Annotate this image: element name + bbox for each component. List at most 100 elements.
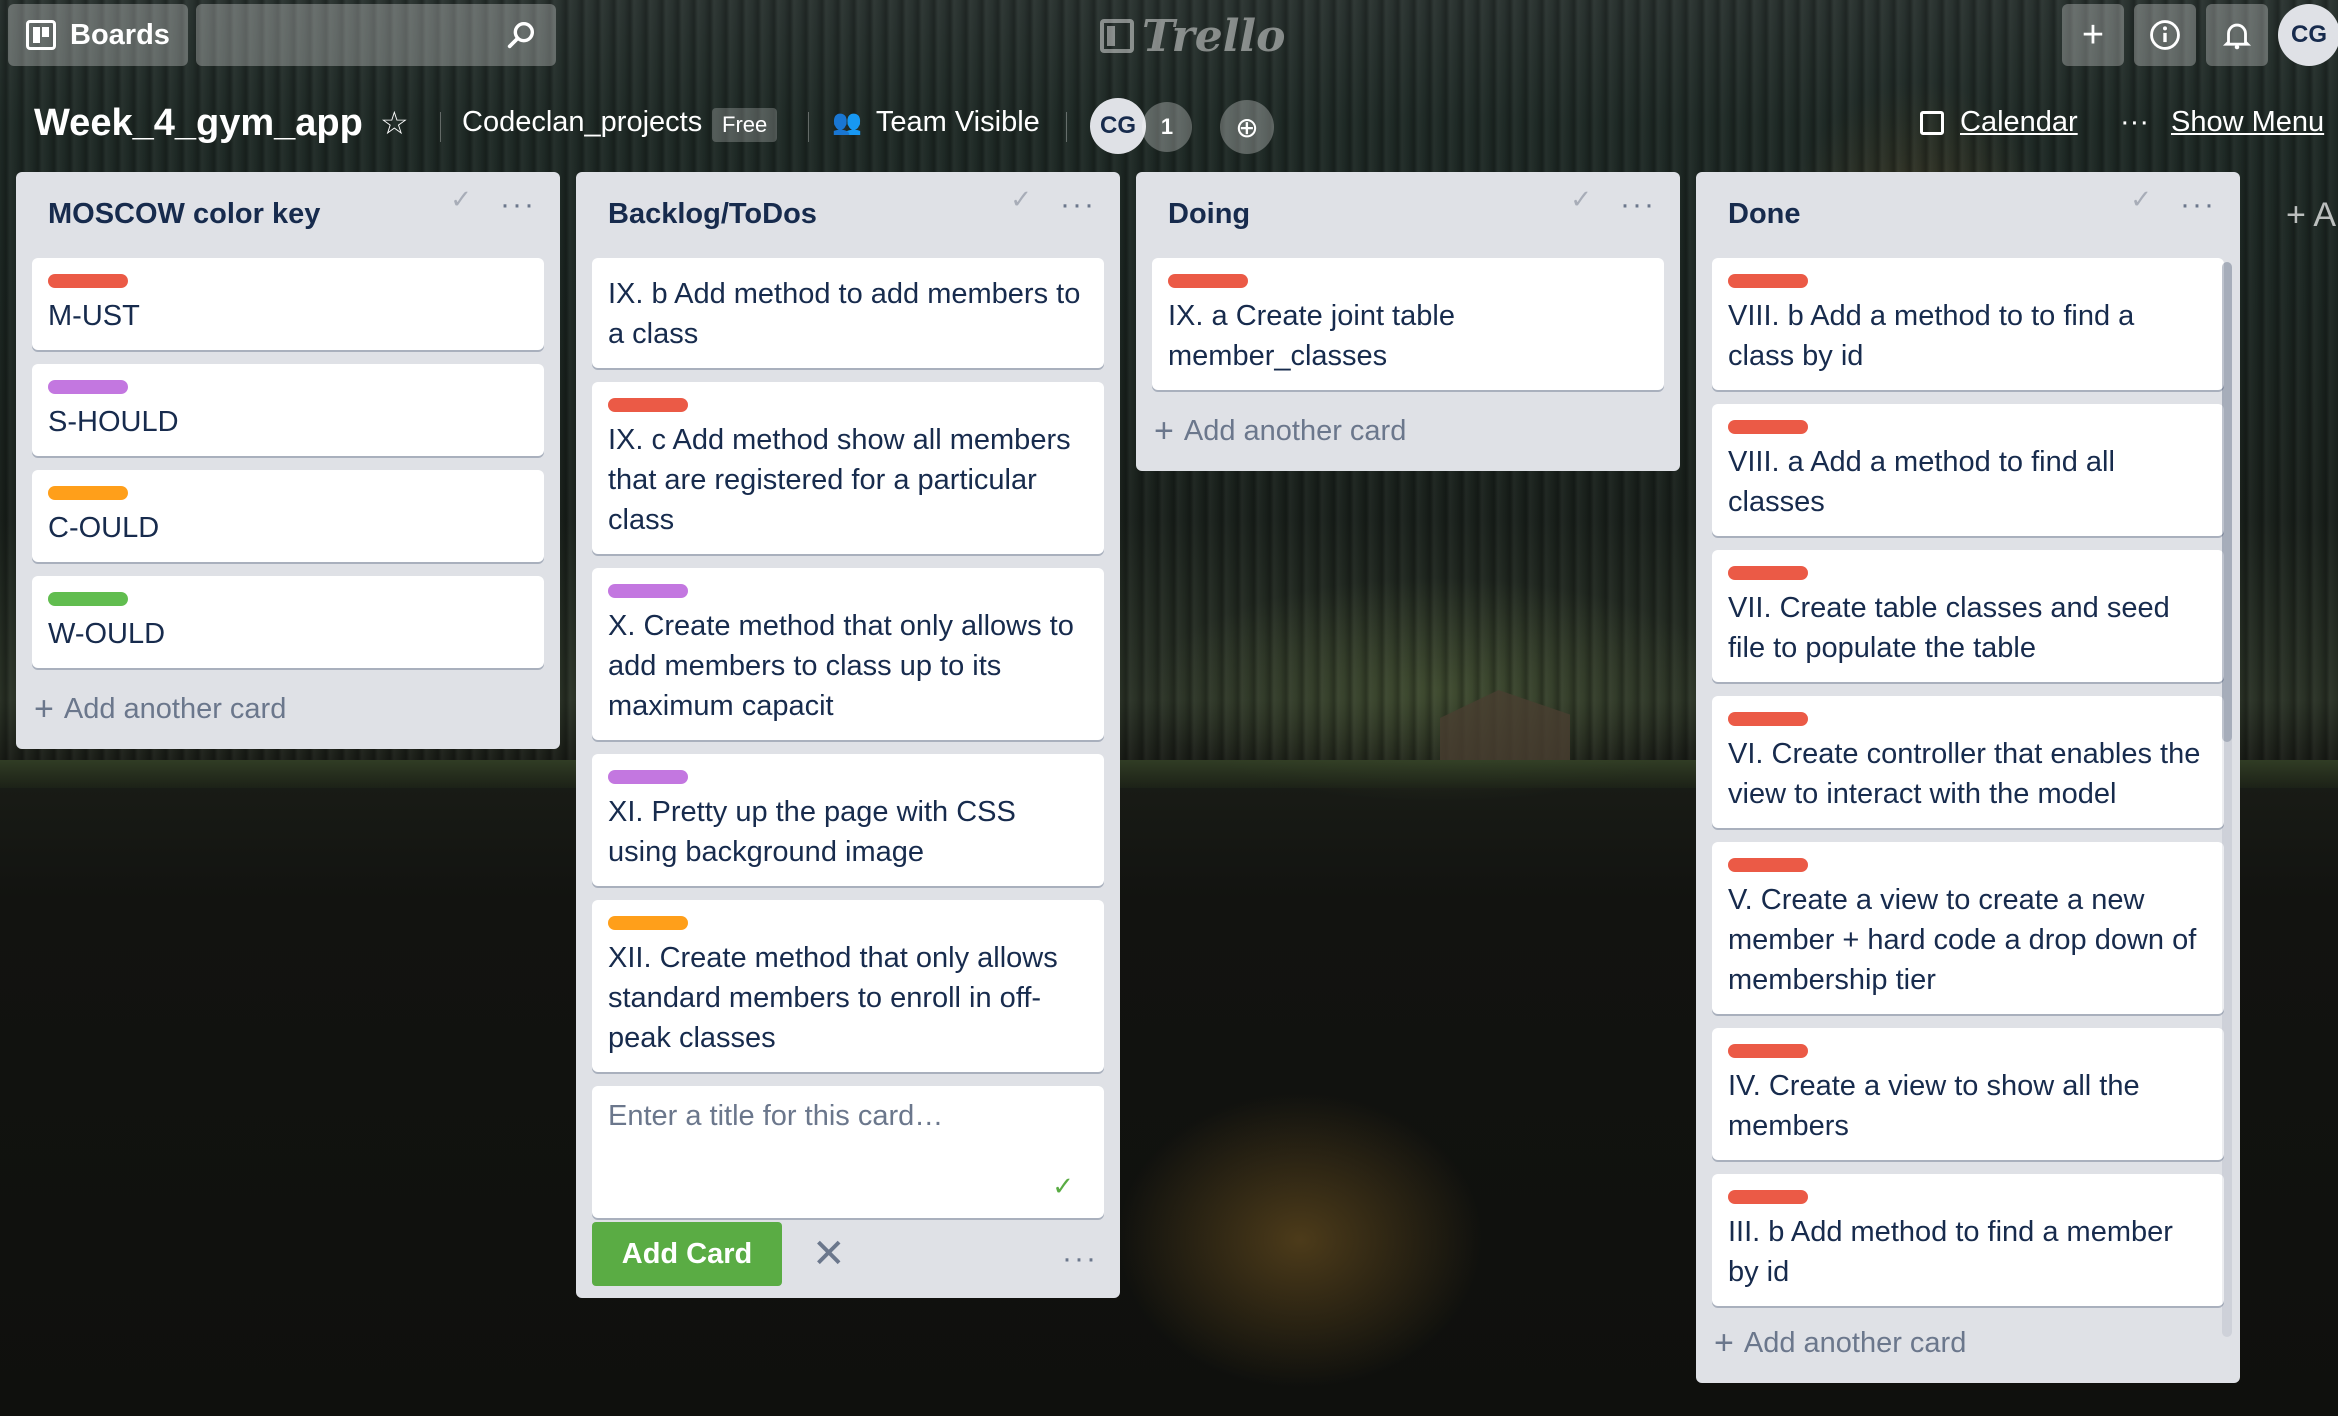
list-card[interactable]: S-HOULD — [32, 364, 544, 456]
list-title[interactable]: MOSCOW color key — [48, 198, 320, 231]
list-card[interactable]: IX. c Add method show all members that a… — [592, 382, 1104, 554]
list-header: Done ✓ ··· — [1696, 172, 2240, 258]
card-title: C-OULD — [48, 512, 160, 544]
card-title: IV. Create a view to show all the member… — [1728, 1070, 2140, 1142]
add-card-label: Add another card — [1183, 415, 1407, 447]
plus-icon: + — [34, 690, 54, 728]
member-count[interactable]: 1 — [1142, 102, 1192, 152]
card-label-red[interactable] — [1168, 274, 1248, 288]
list-card[interactable]: VI. Create controller that enables the v… — [1712, 696, 2224, 828]
list-menu-icon[interactable]: ··· — [1620, 188, 1656, 222]
card-label-red[interactable] — [1728, 1190, 1808, 1204]
list-title[interactable]: Doing — [1168, 198, 1250, 231]
show-menu-button[interactable]: ··· Show Menu — [2120, 106, 2324, 139]
card-label-purple[interactable] — [48, 380, 128, 394]
list-card[interactable]: M-UST — [32, 258, 544, 350]
card-title: VIII. b Add a method to to find a class … — [1728, 300, 2135, 372]
card-label-red[interactable] — [1728, 566, 1808, 580]
list-card[interactable]: XII. Create method that only allows stan… — [592, 900, 1104, 1072]
list-card[interactable]: IX. a Create joint table member_classes — [1152, 258, 1664, 390]
list-moscow: MOSCOW color key ✓ ··· M-UST S-HOULD C-O… — [16, 172, 560, 749]
notifications-button[interactable] — [2206, 4, 2268, 66]
list-header: MOSCOW color key ✓ ··· — [16, 172, 560, 258]
more-icon: ··· — [2120, 106, 2149, 138]
plus-icon: + — [2081, 13, 2105, 56]
card-label-green[interactable] — [48, 592, 128, 606]
spellcheck-icon: ✓ — [1010, 184, 1032, 214]
trello-logo-icon — [1100, 19, 1134, 53]
list-card[interactable]: IX. b Add method to add members to a cla… — [592, 258, 1104, 368]
show-menu-label: Show Menu — [2170, 106, 2325, 138]
add-card-button[interactable]: + Add another card — [1696, 1316, 2240, 1383]
plus-icon: + — [1714, 1324, 1734, 1362]
calendar-label: Calendar — [1960, 106, 2078, 138]
list-scrollbar[interactable] — [2222, 262, 2232, 1337]
add-card-submit-button[interactable]: Add Card — [592, 1222, 782, 1286]
top-bar: Boards Trello + CG — [0, 0, 2338, 72]
info-button[interactable] — [2134, 4, 2196, 66]
list-card[interactable]: V. Create a view to create a new member … — [1712, 842, 2224, 1014]
list-menu-icon[interactable]: ··· — [2180, 188, 2216, 222]
scrollbar-thumb[interactable] — [2222, 262, 2232, 742]
card-label-purple[interactable] — [608, 770, 688, 784]
header-divider — [440, 112, 441, 142]
list-card[interactable]: XI. Pretty up the page with CSS using ba… — [592, 754, 1104, 886]
list-card[interactable]: III. b Add method to find a member by id — [1712, 1174, 2224, 1306]
card-title: IX. a Create joint table member_classes — [1168, 300, 1455, 372]
plus-icon: + — [1154, 412, 1174, 450]
card-label-orange[interactable] — [48, 486, 128, 500]
team-name[interactable]: Codeclan_projects — [462, 106, 702, 139]
card-title: V. Create a view to create a new member … — [1728, 884, 2197, 996]
list-menu-icon[interactable]: ··· — [500, 188, 536, 222]
list-backlog: Backlog/ToDos ✓ ··· IX. b Add method to … — [576, 172, 1120, 1298]
card-composer-input[interactable]: Enter a title for this card… ✓ — [592, 1086, 1104, 1218]
add-card-label: Add another card — [63, 693, 287, 725]
card-title: X. Create method that only allows to add… — [608, 610, 1074, 722]
card-label-red[interactable] — [1728, 1044, 1808, 1058]
member-avatar[interactable]: CG — [1090, 98, 1146, 154]
user-avatar[interactable]: CG — [2278, 4, 2338, 66]
list-title[interactable]: Done — [1728, 198, 1801, 231]
card-label-red[interactable] — [1728, 712, 1808, 726]
add-card-label: Add another card — [1743, 1327, 1967, 1359]
list-card[interactable]: VII. Create table classes and seed file … — [1712, 550, 2224, 682]
list-card[interactable]: IV. Create a view to show all the member… — [1712, 1028, 2224, 1160]
list-header: Doing ✓ ··· — [1136, 172, 1680, 258]
search-input[interactable] — [196, 4, 556, 66]
invite-button[interactable]: ⊕ — [1220, 100, 1274, 154]
create-button[interactable]: + — [2062, 4, 2124, 66]
close-icon[interactable]: ✕ — [812, 1231, 846, 1277]
list-title[interactable]: Backlog/ToDos — [608, 198, 817, 231]
card-title: XII. Create method that only allows stan… — [608, 942, 1058, 1054]
card-label-red[interactable] — [48, 274, 128, 288]
card-label-red[interactable] — [1728, 858, 1808, 872]
list-card[interactable]: X. Create method that only allows to add… — [592, 568, 1104, 740]
star-icon[interactable]: ☆ — [380, 104, 409, 142]
card-label-red[interactable] — [1728, 420, 1808, 434]
card-title: VII. Create table classes and seed file … — [1728, 592, 2170, 664]
list-card[interactable]: VIII. b Add a method to to find a class … — [1712, 258, 2224, 390]
search-icon — [507, 21, 535, 49]
add-card-button[interactable]: + Add another card — [1136, 404, 1680, 471]
spellcheck-icon: ✓ — [450, 184, 472, 214]
add-card-button[interactable]: + Add another card — [16, 682, 560, 749]
card-label-red[interactable] — [608, 398, 688, 412]
trello-logo[interactable]: Trello — [1100, 10, 1286, 62]
logo-text: Trello — [1142, 10, 1286, 62]
list-card[interactable]: VIII. a Add a method to find all classes — [1712, 404, 2224, 536]
board-title[interactable]: Week_4_gym_app — [34, 102, 363, 145]
visibility-button[interactable]: 👥 Team Visible — [832, 106, 1040, 139]
card-label-orange[interactable] — [608, 916, 688, 930]
list-menu-icon[interactable]: ··· — [1060, 188, 1096, 222]
card-label-red[interactable] — [1728, 274, 1808, 288]
composer-options-icon[interactable]: ··· — [1062, 1242, 1098, 1276]
list-card[interactable]: W-OULD — [32, 576, 544, 668]
visibility-label: Team Visible — [875, 106, 1040, 138]
list-card[interactable]: C-OULD — [32, 470, 544, 562]
boards-button[interactable]: Boards — [8, 4, 188, 66]
calendar-button[interactable]: Calendar — [1920, 106, 2078, 139]
list-cards-scroll-area[interactable]: VIII. b Add a method to to find a class … — [1696, 258, 2240, 1316]
card-label-purple[interactable] — [608, 584, 688, 598]
card-title: M-UST — [48, 300, 140, 332]
add-list-button[interactable]: + A — [2286, 196, 2336, 235]
